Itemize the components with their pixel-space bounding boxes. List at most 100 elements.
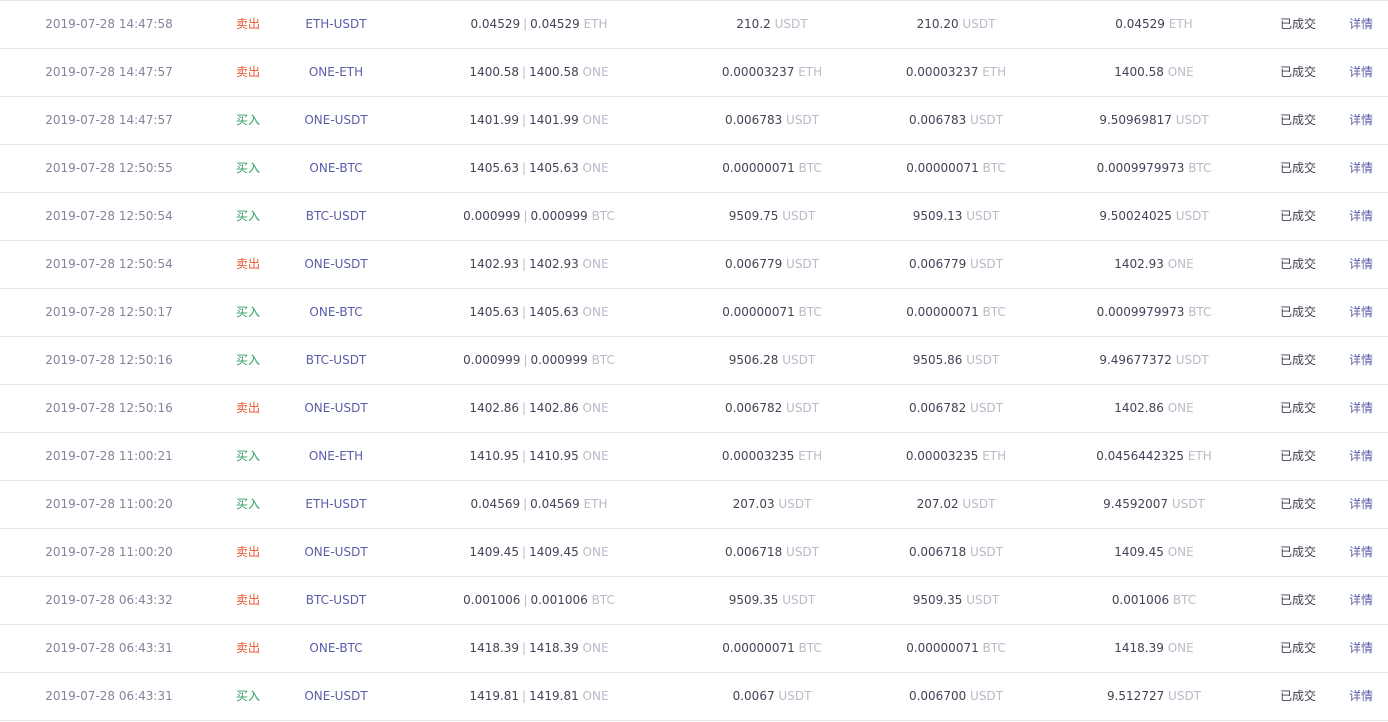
order-total: 1402.93 ONE xyxy=(1114,241,1193,288)
detail-link[interactable]: 详情 xyxy=(1349,97,1373,144)
trading-pair: ONE-USDT xyxy=(304,113,368,127)
table-row: 2019-07-28 14:47:57 买入 ONE-USDT 1401.99 |… xyxy=(0,97,1388,145)
order-price: 0.00003237 ETH xyxy=(722,49,822,96)
amount-total: 0.04529 xyxy=(530,17,580,31)
average-price: 0.00000071 BTC xyxy=(906,289,1006,336)
amount-total: 0.000999 xyxy=(530,353,588,367)
order-time: 2019-07-28 12:50:54 xyxy=(45,209,173,223)
order-price: 0.006718 USDT xyxy=(725,529,819,576)
order-status: 已成交 xyxy=(1279,401,1317,415)
amount-separator: | xyxy=(522,161,527,175)
order-price: 9509.75 USDT xyxy=(729,193,815,240)
trading-pair: ONE-USDT xyxy=(304,257,368,271)
total-unit: USDT xyxy=(1175,113,1209,127)
trading-pair: ONE-ETH xyxy=(308,449,364,463)
price-value: 210.2 xyxy=(736,17,771,31)
detail-link[interactable]: 详情 xyxy=(1349,625,1373,672)
amount-total: 1405.63 xyxy=(529,161,579,175)
order-status: 已成交 xyxy=(1279,497,1317,511)
order-amount: 0.000999 | 0.000999 BTC xyxy=(463,193,615,240)
detail-link[interactable]: 详情 xyxy=(1349,385,1373,432)
detail-link[interactable]: 详情 xyxy=(1349,673,1373,720)
order-side: 卖出 xyxy=(235,65,261,79)
detail-link[interactable]: 详情 xyxy=(1349,433,1373,480)
detail-link[interactable]: 详情 xyxy=(1349,529,1373,576)
detail-link[interactable]: 详情 xyxy=(1349,1,1373,48)
detail-link[interactable]: 详情 xyxy=(1349,145,1373,192)
trading-pair: ONE-ETH xyxy=(308,65,364,79)
amount-filled: 0.04569 xyxy=(470,497,521,511)
order-side: 卖出 xyxy=(235,17,261,31)
order-total: 0.001006 BTC xyxy=(1112,577,1196,624)
amount-separator: | xyxy=(523,17,528,31)
average-price: 9509.35 USDT xyxy=(913,577,999,624)
detail-link[interactable]: 详情 xyxy=(1349,241,1373,288)
avg-price-unit: USDT xyxy=(966,353,1000,367)
total-unit: BTC xyxy=(1188,161,1212,175)
order-price: 9506.28 USDT xyxy=(729,337,815,384)
average-price: 207.02 USDT xyxy=(917,481,996,528)
average-price: 0.00003237 ETH xyxy=(906,49,1006,96)
order-total: 1402.86 ONE xyxy=(1114,385,1193,432)
avg-price-unit: USDT xyxy=(970,257,1004,271)
order-time: 2019-07-28 06:43:31 xyxy=(45,641,173,655)
amount-filled: 1400.58 xyxy=(469,65,520,79)
amount-unit: ONE xyxy=(582,65,609,79)
total-value: 9.512727 xyxy=(1106,689,1165,703)
order-amount: 0.04569 | 0.04569 ETH xyxy=(470,481,607,528)
total-value: 1402.93 xyxy=(1114,257,1164,271)
amount-filled: 1401.99 xyxy=(469,113,520,127)
order-price: 0.00000071 BTC xyxy=(722,145,822,192)
amount-filled: 0.001006 xyxy=(463,593,521,607)
avg-price-value: 207.02 xyxy=(916,497,959,511)
price-value: 0.006779 xyxy=(724,257,783,271)
amount-total: 1401.99 xyxy=(529,113,579,127)
detail-link[interactable]: 详情 xyxy=(1349,337,1373,384)
price-value: 0.00000071 xyxy=(722,305,795,319)
price-value: 0.00000071 xyxy=(722,161,795,175)
amount-unit: ONE xyxy=(582,689,609,703)
order-side: 卖出 xyxy=(235,593,261,607)
amount-total: 1410.95 xyxy=(529,449,579,463)
avg-price-unit: USDT xyxy=(962,17,996,31)
price-value: 0.006718 xyxy=(724,545,783,559)
total-unit: ONE xyxy=(1167,401,1194,415)
order-time: 2019-07-28 12:50:54 xyxy=(45,257,173,271)
price-unit: USDT xyxy=(778,689,812,703)
detail-link[interactable]: 详情 xyxy=(1349,289,1373,336)
detail-link[interactable]: 详情 xyxy=(1349,481,1373,528)
order-history-table: 2019-07-28 14:47:58 卖出 ETH-USDT 0.04529 |… xyxy=(0,0,1388,721)
total-value: 9.49677372 xyxy=(1099,353,1172,367)
detail-link[interactable]: 详情 xyxy=(1349,193,1373,240)
average-price: 0.00000071 BTC xyxy=(906,625,1006,672)
avg-price-value: 9509.13 xyxy=(912,209,963,223)
total-value: 0.04529 xyxy=(1115,17,1165,31)
total-value: 1400.58 xyxy=(1114,65,1164,79)
amount-filled: 1405.63 xyxy=(469,161,520,175)
avg-price-unit: ETH xyxy=(982,65,1007,79)
price-unit: USDT xyxy=(786,545,820,559)
order-amount: 1402.93 | 1402.93 ONE xyxy=(469,241,608,288)
average-price: 0.006779 USDT xyxy=(909,241,1003,288)
amount-total: 0.000999 xyxy=(530,209,588,223)
avg-price-unit: USDT xyxy=(966,593,1000,607)
order-price: 0.006782 USDT xyxy=(725,385,819,432)
order-total: 1400.58 ONE xyxy=(1114,49,1193,96)
order-status: 已成交 xyxy=(1279,593,1317,607)
amount-separator: | xyxy=(522,401,527,415)
price-value: 0.0067 xyxy=(732,689,775,703)
avg-price-value: 0.00000071 xyxy=(906,641,979,655)
avg-price-value: 9505.86 xyxy=(912,353,963,367)
total-value: 9.50024025 xyxy=(1099,209,1172,223)
avg-price-value: 0.006782 xyxy=(908,401,967,415)
amount-unit: ONE xyxy=(582,113,609,127)
total-unit: BTC xyxy=(1172,593,1197,607)
detail-link[interactable]: 详情 xyxy=(1349,49,1373,96)
avg-price-unit: USDT xyxy=(970,545,1004,559)
amount-total: 1409.45 xyxy=(529,545,579,559)
amount-unit: ONE xyxy=(582,401,609,415)
detail-link[interactable]: 详情 xyxy=(1349,577,1373,624)
total-unit: USDT xyxy=(1175,353,1209,367)
avg-price-unit: BTC xyxy=(982,641,1006,655)
price-value: 0.006783 xyxy=(724,113,783,127)
